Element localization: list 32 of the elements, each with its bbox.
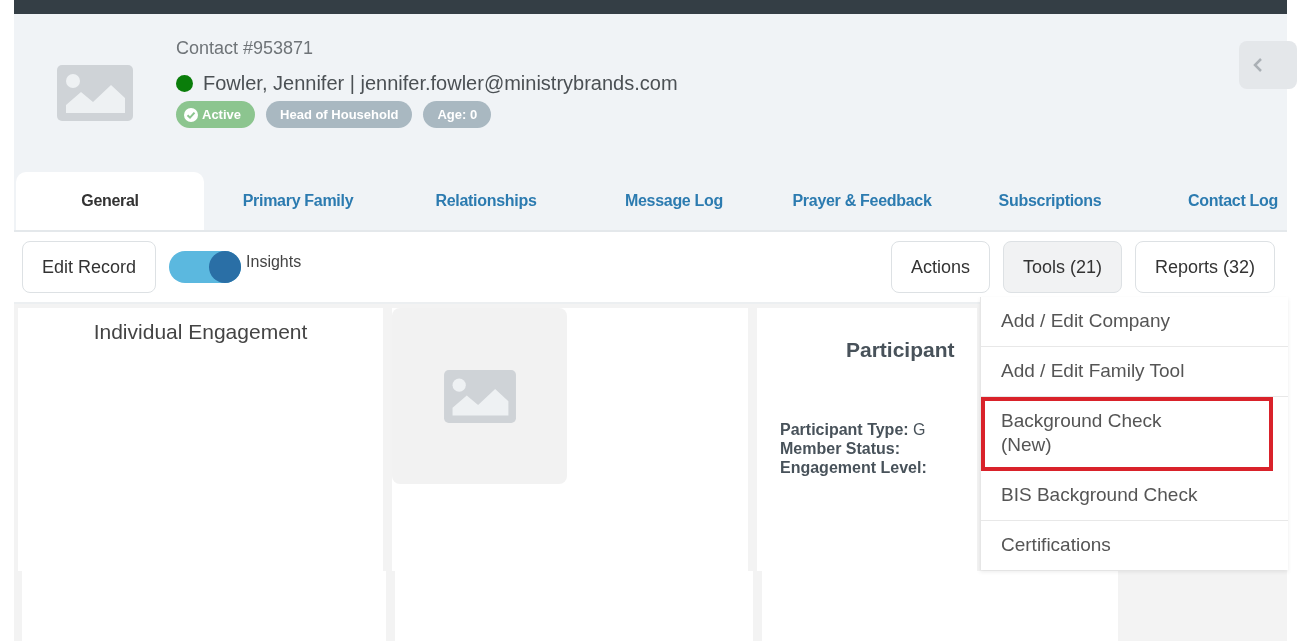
field-text: Engagement Level: bbox=[780, 458, 927, 477]
panel-title: Individual Engagement bbox=[93, 320, 308, 345]
menu-item[interactable]: BIS Background Check bbox=[981, 471, 1288, 521]
tab[interactable]: Subscriptions bbox=[956, 172, 1144, 230]
menu-item[interactable]: Add / Edit Family Tool bbox=[981, 347, 1288, 397]
tab[interactable]: Relationships bbox=[392, 172, 580, 230]
toolbar-button[interactable]: Actions bbox=[890, 241, 990, 293]
contact-number: Contact #953871 bbox=[176, 38, 315, 59]
tab[interactable]: Prayer & Feedback bbox=[768, 172, 956, 230]
menu-item[interactable]: Background Check (New) bbox=[981, 397, 1273, 471]
field-text: Participant Type: G bbox=[780, 420, 927, 439]
image-placeholder-icon bbox=[443, 369, 516, 423]
toolbar-button[interactable]: Reports (32) bbox=[1134, 241, 1275, 293]
field-text: Member Status: bbox=[780, 439, 902, 458]
image-placeholder-icon bbox=[57, 65, 133, 121]
insights-label: Insights bbox=[246, 253, 302, 271]
info-badge: Head of Household bbox=[266, 101, 413, 128]
toolbar-button[interactable]: Tools (21) bbox=[1002, 241, 1122, 293]
tab[interactable]: Contact Log bbox=[1144, 172, 1287, 230]
edit-record-button[interactable]: Edit Record bbox=[22, 241, 157, 293]
menu-item[interactable]: Add / Edit Company bbox=[981, 297, 1288, 347]
contact-name: Fowler, Jennifer | jennifer.fowler@ministrybrands.com bbox=[203, 72, 678, 95]
insights-toggle[interactable] bbox=[169, 251, 242, 283]
tab[interactable]: General bbox=[16, 172, 204, 230]
chevron-left-icon bbox=[1253, 57, 1263, 73]
status-badge: Active bbox=[176, 101, 256, 128]
menu-item[interactable]: Certifications bbox=[981, 521, 1288, 570]
check-icon bbox=[184, 107, 198, 122]
info-badge: Age: 0 bbox=[423, 101, 492, 128]
tab[interactable]: Message Log bbox=[580, 172, 768, 230]
panel-title: Participant bbox=[846, 338, 955, 362]
tab[interactable]: Primary Family bbox=[204, 172, 392, 230]
